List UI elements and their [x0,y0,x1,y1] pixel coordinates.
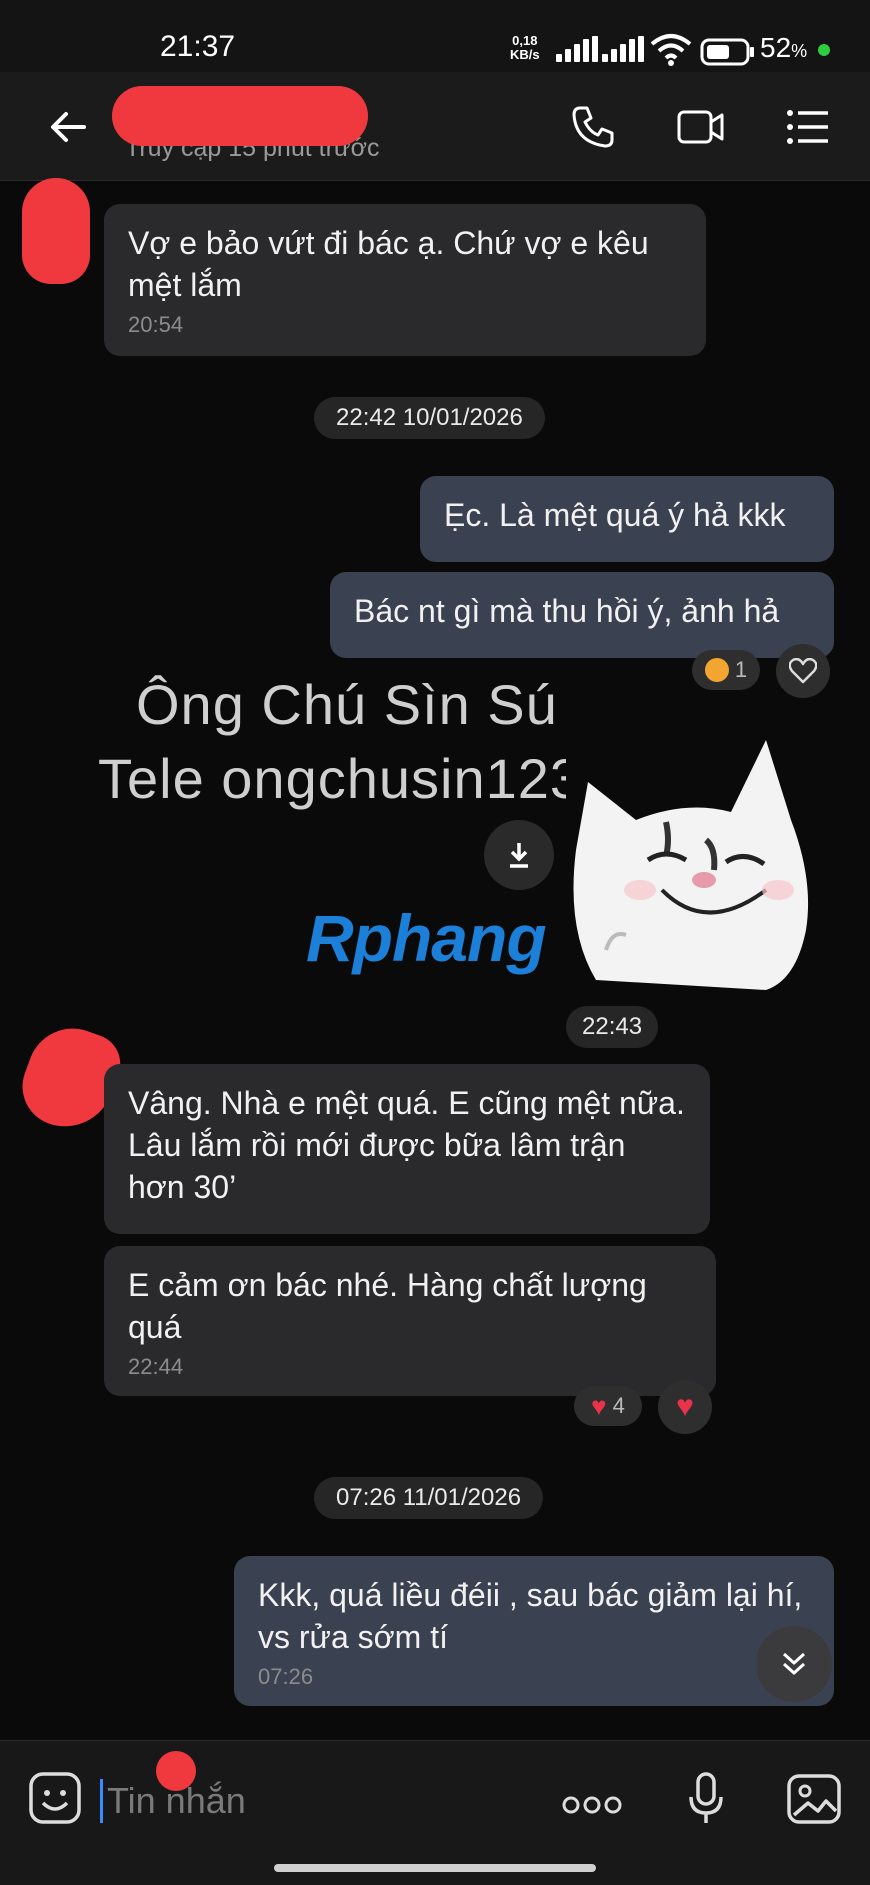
message-text: Kkk, quá liều đéii , sau bác giảm lại hí… [258,1577,803,1655]
privacy-indicator-dot [818,44,830,56]
cat-sticker-icon [566,730,816,990]
image-gallery-icon[interactable] [786,1771,842,1827]
message-text: Bác nt gì mà thu hồi ý, ảnh hả [354,593,780,629]
message-time: 22:44 [128,1354,184,1379]
date-separator: 22:42 10/01/2026 [314,397,545,439]
message-bubble-incoming[interactable]: Vâng. Nhà e mệt quá. E cũng mệt nữa. Lâu… [104,1064,710,1234]
contact-name-redacted[interactable] [112,86,368,146]
double-chevron-down-icon [782,1652,806,1675]
reaction-badge[interactable]: 1 [692,650,760,690]
download-sticker-button[interactable] [484,820,554,890]
message-time-pill: 22:43 [566,1006,659,1048]
status-bar: 21:37 0,18 KB/s 52% [0,0,870,72]
wifi-icon [650,34,692,66]
reaction-badge[interactable]: ♥ 4 [574,1386,642,1426]
signal-icon-2 [602,36,644,62]
redaction-dot [156,1751,196,1791]
phone-call-icon[interactable] [570,104,616,150]
message-time: 20:54 [128,312,184,337]
reaction-count: 4 [612,1393,625,1418]
scroll-to-bottom-button[interactable] [756,1626,832,1702]
sticker-emoji-icon[interactable] [28,1771,82,1825]
battery-percent: 52% [760,32,808,63]
text-cursor [100,1779,103,1823]
heart-filled-icon: ♥ [591,1390,607,1421]
network-speed-unit: KB/s [510,47,540,62]
watermark-brand-logo: Rphang [306,901,547,975]
back-arrow-icon[interactable] [44,102,94,152]
heart-filled-icon: ♥ [676,1390,694,1423]
download-icon [510,843,528,868]
heart-outline-icon [789,658,817,684]
watermark-line-1: Ông Chú Sìn Sú [136,673,558,736]
network-speed: 0,18 KB/s [510,34,540,62]
watermark-line-2: Tele ongchusin123 [98,747,583,810]
chat-header: Truy cập 15 phút trước [0,72,870,181]
battery-icon [700,38,754,66]
signal-icon [556,36,598,62]
laugh-emoji-icon [704,658,729,682]
home-indicator[interactable] [274,1864,596,1872]
more-options-icon[interactable] [562,1795,622,1815]
react-heart-button[interactable] [776,644,830,698]
message-bubble-outgoing[interactable]: Ẹc. Là mệt quá ý hả kkk [420,476,834,562]
message-time: 07:26 [258,1664,314,1689]
message-text: Vâng. Nhà e mệt quá. E cũng mệt nữa. Lâu… [128,1085,685,1205]
avatar-redacted[interactable] [22,178,90,284]
microphone-icon[interactable] [686,1771,726,1827]
message-text: Vợ e bảo vứt đi bác ạ. Chứ vợ e kêu mệt … [128,225,649,303]
message-text: E cảm ơn bác nhé. Hàng chất lượng quá [128,1267,647,1345]
message-bubble-incoming[interactable]: E cảm ơn bác nhé. Hàng chất lượng quá 22… [104,1246,716,1396]
reaction-count: 1 [734,657,748,682]
message-text: Ẹc. Là mệt quá ý hả kkk [444,497,786,533]
status-time: 21:37 [160,30,236,63]
date-separator: 07:26 11/01/2026 [314,1477,544,1519]
video-call-icon[interactable] [676,104,726,150]
message-bubble-outgoing[interactable]: Kkk, quá liều đéii , sau bác giảm lại hí… [234,1556,834,1706]
menu-list-icon[interactable] [785,104,831,150]
network-speed-value: 0,18 [512,33,538,48]
message-bubble-outgoing[interactable]: Bác nt gì mà thu hồi ý, ảnh hả [330,572,834,658]
react-heart-button[interactable]: ♥ [658,1380,712,1434]
message-bubble-incoming[interactable]: Vợ e bảo vứt đi bác ạ. Chứ vợ e kêu mệt … [104,204,706,356]
